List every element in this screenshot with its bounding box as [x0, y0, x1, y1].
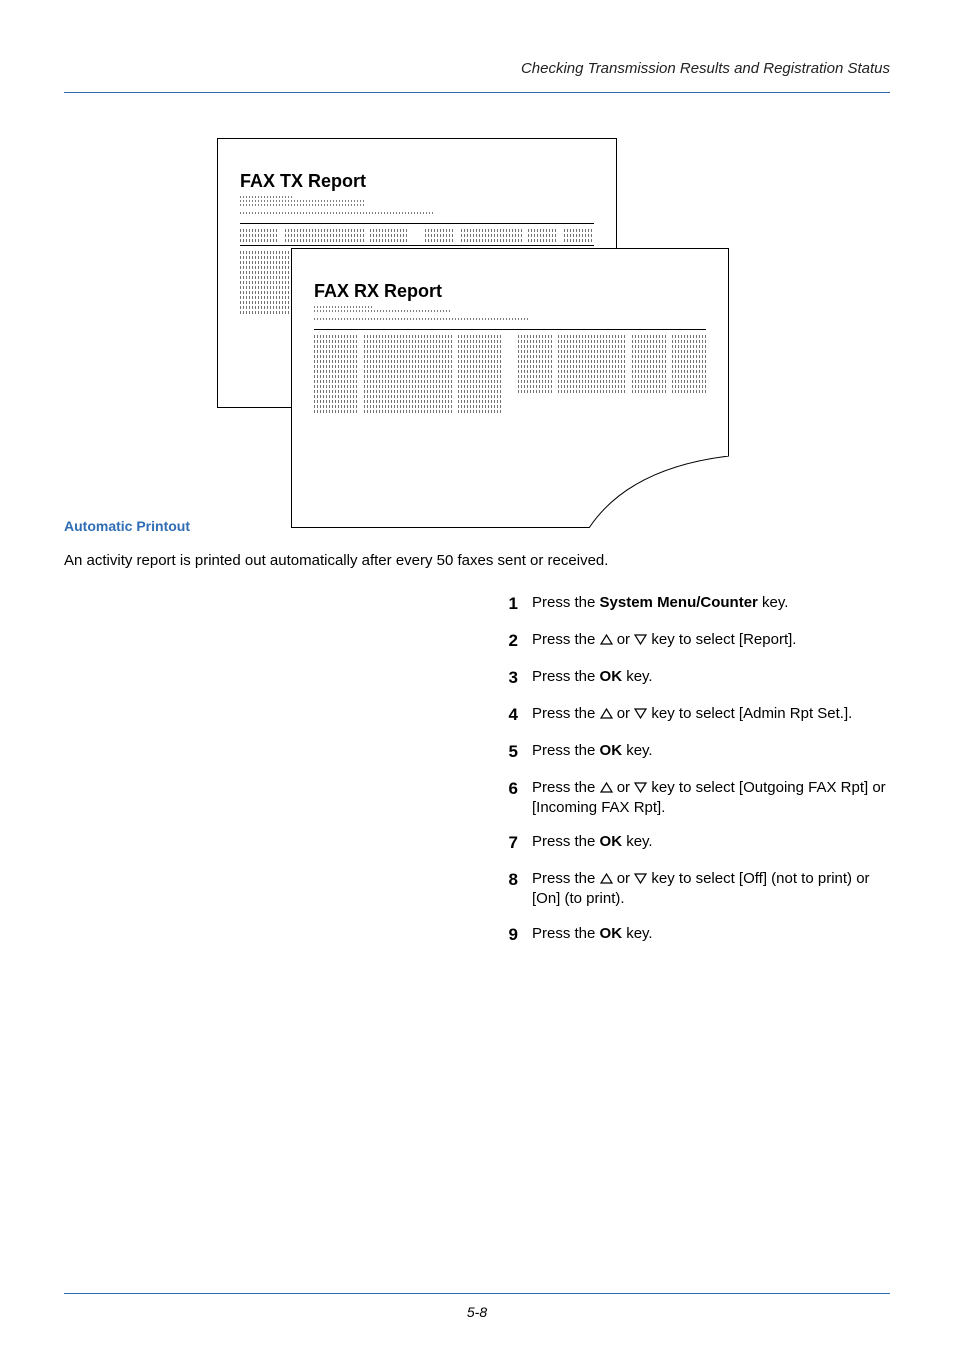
footer-rule [64, 1293, 890, 1294]
step-number: 9 [494, 924, 518, 947]
step-number: 8 [494, 869, 518, 892]
fax-rx-report-title: FAX RX Report [314, 281, 706, 302]
step: 8 Press the or key to select [Off] (not t… [494, 869, 890, 910]
step-text: Press the or key to select [Report]. [532, 630, 890, 650]
page-curl [589, 456, 729, 528]
header-rule [64, 92, 890, 93]
down-triangle-icon [634, 782, 647, 793]
down-triangle-icon [634, 708, 647, 719]
step-text: Press the OK key. [532, 741, 890, 761]
step-text: Press the OK key. [532, 667, 890, 687]
up-triangle-icon [600, 782, 613, 793]
step-number: 5 [494, 741, 518, 764]
down-triangle-icon [634, 873, 647, 884]
page-number: 5-8 [0, 1304, 954, 1320]
fax-tx-report-title: FAX TX Report [240, 171, 594, 192]
step-number: 3 [494, 667, 518, 690]
steps-list: 1 Press the System Menu/Counter key. 2 Pres… [494, 593, 890, 947]
step-text: Press the or key to select [Off] (not to… [532, 869, 890, 910]
step: 3 Press the OK key. [494, 667, 890, 690]
step-number: 4 [494, 704, 518, 727]
step-text: Press the or key to select [Admin Rpt Se… [532, 704, 890, 724]
header-title: Checking Transmission Results and Regist… [521, 60, 890, 77]
step: 1 Press the System Menu/Counter key. [494, 593, 890, 616]
up-triangle-icon [600, 634, 613, 645]
up-triangle-icon [600, 708, 613, 719]
report-illustration: FAX TX Report [217, 138, 737, 488]
step-number: 7 [494, 832, 518, 855]
step-text: Press the OK key. [532, 924, 890, 944]
step-text: Press the or key to select [Outgoing FAX… [532, 778, 890, 819]
step-text: Press the System Menu/Counter key. [532, 593, 890, 613]
step: 9 Press the OK key. [494, 924, 890, 947]
section-intro: An activity report is printed out automa… [64, 550, 890, 571]
up-triangle-icon [600, 873, 613, 884]
step-text: Press the OK key. [532, 832, 890, 852]
step: 2 Press the or key to select [Report]. [494, 630, 890, 653]
step-number: 1 [494, 593, 518, 616]
running-header: Checking Transmission Results and Regist… [64, 60, 890, 88]
step: 6 Press the or key to select [Outgoing FA… [494, 778, 890, 819]
step: 4 Press the or key to select [Admin Rpt S… [494, 704, 890, 727]
page: Checking Transmission Results and Regist… [0, 0, 954, 1350]
step-number: 6 [494, 778, 518, 801]
fax-rx-report-sheet: FAX RX Report [291, 248, 729, 528]
step: 7 Press the OK key. [494, 832, 890, 855]
down-triangle-icon [634, 634, 647, 645]
step: 5 Press the OK key. [494, 741, 890, 764]
step-number: 2 [494, 630, 518, 653]
